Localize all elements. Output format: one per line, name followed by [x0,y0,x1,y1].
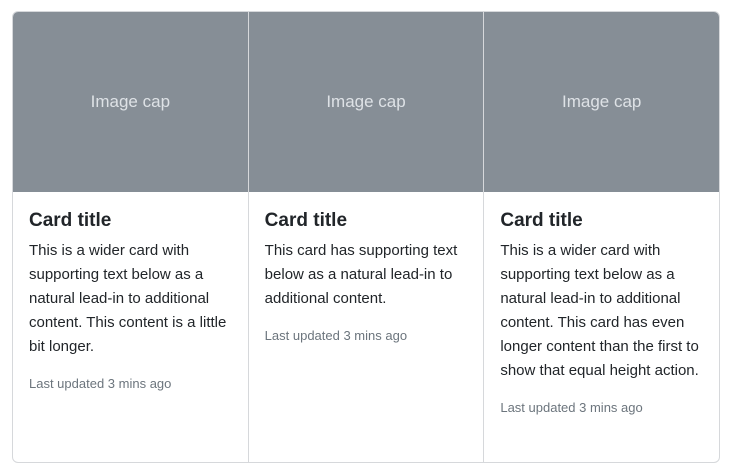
card-last-updated: Last updated 3 mins ago [29,376,172,391]
card-text: This is a wider card with supporting tex… [29,242,227,355]
card-last-updated: Last updated 3 mins ago [264,328,408,343]
card-3: Image cap Card title This is a wider car… [484,12,719,462]
card-title: Card title [500,210,583,231]
card-title: Card title [264,210,348,231]
image-cap-label: Image cap [326,92,406,111]
card-last-updated: Last updated 3 mins ago [500,400,643,415]
card-body: Card title This is a wider card with sup… [13,192,248,462]
image-cap-label: Image cap [561,92,642,111]
card-image-cap: Image cap [13,12,248,192]
card-image-cap: Image cap [484,12,719,192]
card-text: This is a wider card with supporting tex… [500,242,699,379]
image-cap-label: Image cap [90,92,171,111]
card-body: Card title This card has supporting text… [249,192,484,462]
card-2: Image cap Card title This card has suppo… [248,12,485,462]
card-image-cap: Image cap [248,12,484,192]
card-text: This card has supporting text below as a… [264,242,458,307]
card-group: Image cap Card title This is a wider car… [12,11,720,463]
card-1: Image cap Card title This is a wider car… [13,12,249,462]
card-body: Card title This is a wider card with sup… [484,192,719,462]
card-title: Card title [29,210,112,231]
